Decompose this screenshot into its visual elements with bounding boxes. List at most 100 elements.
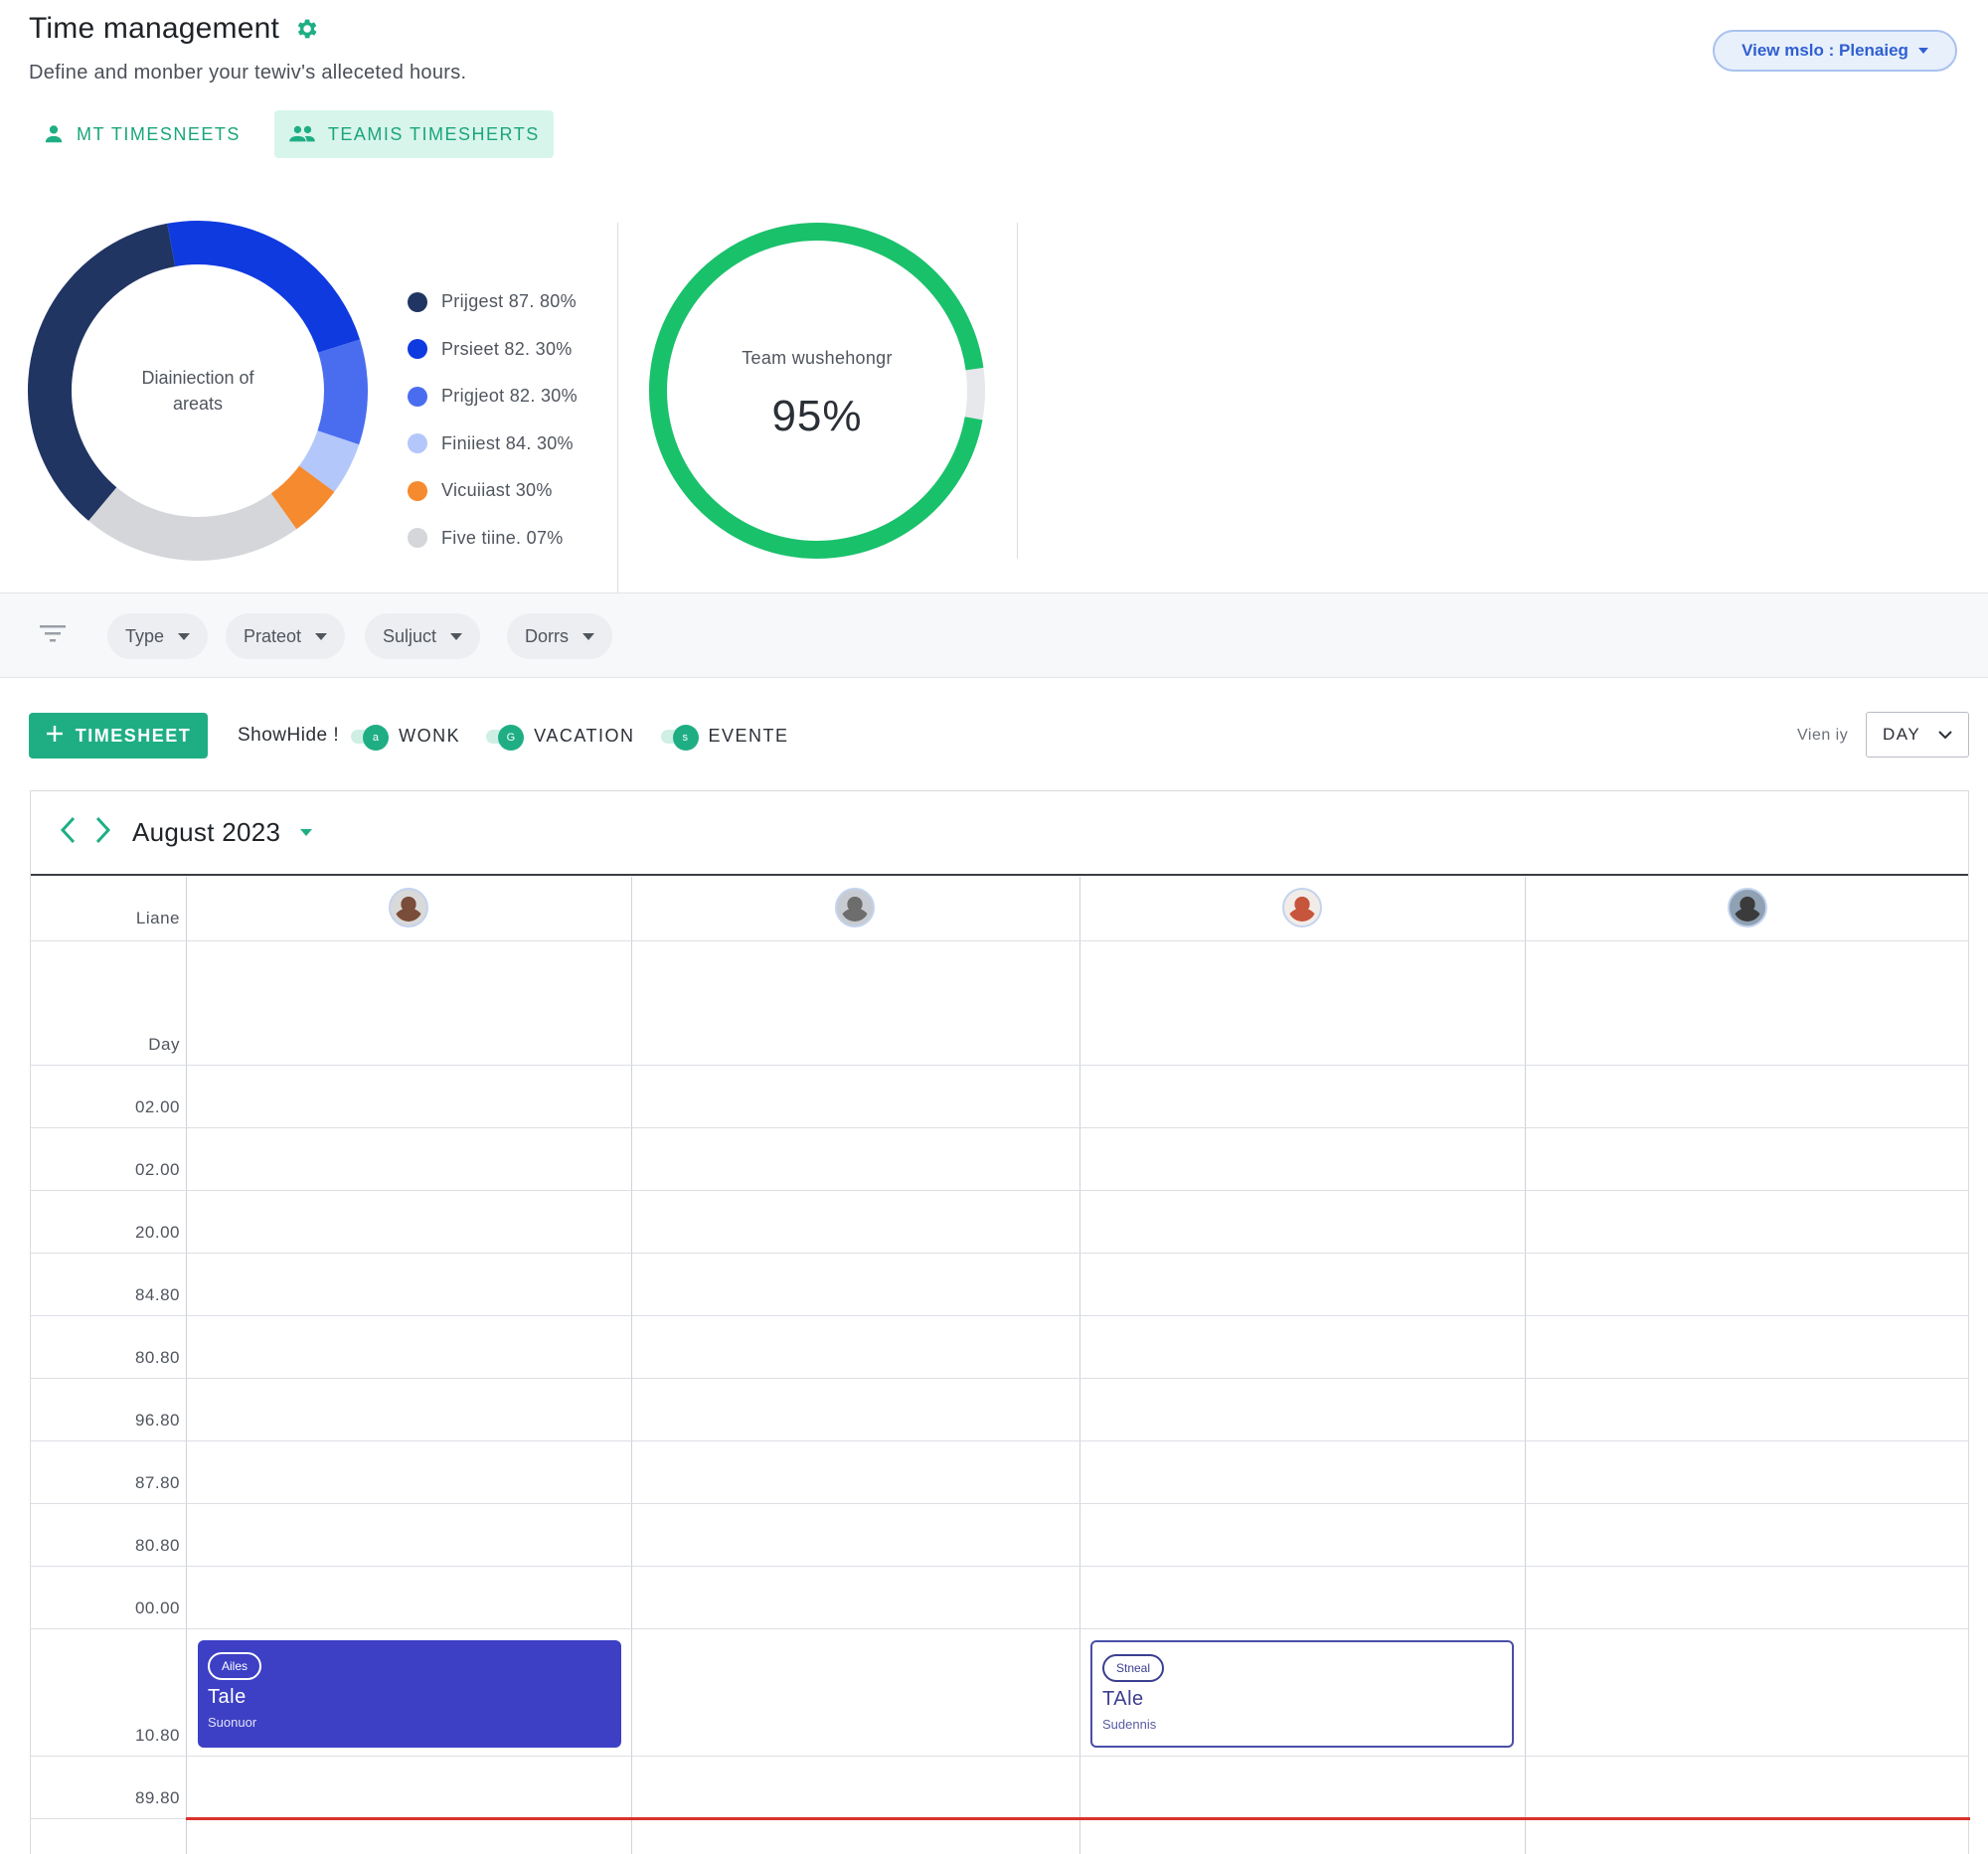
avatar[interactable]: [389, 888, 428, 927]
legend-swatch: [408, 339, 427, 360]
legend-item: Prsieet 82. 30%: [408, 326, 578, 374]
toggle-knob: G: [498, 725, 525, 751]
toggle-events[interactable]: s: [660, 725, 699, 751]
gauge-svg: [649, 223, 985, 559]
filter-chip-project[interactable]: Prateot: [226, 613, 346, 659]
chevron-left-icon[interactable]: [59, 815, 79, 850]
page-title: Time management: [29, 12, 279, 45]
gauge-arc: [649, 223, 985, 559]
event-subtitle: Sudennis: [1102, 1717, 1157, 1732]
timesheet-tabs: MT TIMESNEETS TEAMIS TIMESHERTS: [29, 110, 554, 158]
distribution-donut-chart: Diainiection of areats: [28, 220, 368, 561]
filter-icon[interactable]: [40, 623, 66, 648]
event-title: Tale: [208, 1686, 247, 1708]
time-label: 02.00: [134, 1160, 180, 1179]
caret-down-icon: [450, 632, 463, 640]
calendar-header: August 2023: [31, 791, 1968, 876]
time-label: 10.80: [134, 1726, 180, 1745]
chip-label: Dorrs: [525, 625, 569, 646]
view-mode-label: View mslo : Plenaieg: [1741, 41, 1908, 60]
grid-line: [31, 1440, 1968, 1441]
chip-label: Type: [125, 625, 165, 646]
grid-line: [31, 940, 1968, 941]
event-subtitle: Suonuor: [208, 1715, 257, 1730]
gear-icon[interactable]: [293, 16, 319, 42]
grid-line: [31, 1503, 1968, 1504]
time-label: Day: [148, 1035, 180, 1054]
toggle-label-vacation: VACATION: [534, 725, 635, 746]
caret-down-icon: [582, 632, 594, 640]
avatar[interactable]: [1728, 888, 1767, 927]
event-tag: Stneal: [1102, 1654, 1165, 1682]
time-label: 80.80: [134, 1536, 180, 1555]
add-timesheet-label: TIMESHEET: [75, 725, 192, 746]
legend-item: Finiiest 84. 30%: [408, 421, 578, 468]
legend-item: Five tiine. 07%: [408, 515, 578, 563]
plus-icon: [46, 725, 64, 748]
toggle-knob: a: [363, 725, 390, 751]
toggle-work[interactable]: a: [351, 725, 390, 751]
team-gauge-chart: Team wushehongr 95%: [647, 221, 987, 561]
event-title: TAle: [1102, 1688, 1144, 1710]
add-timesheet-button[interactable]: TIMESHEET: [29, 713, 208, 758]
calendar-event[interactable]: Stneal TAle Sudennis: [1090, 1640, 1514, 1748]
time-label: 00.00: [134, 1599, 180, 1617]
chevron-down-icon: [1938, 725, 1952, 745]
chip-label: Suljuct: [383, 625, 437, 646]
chevron-right-icon[interactable]: [92, 815, 112, 850]
time-label: 80.80: [134, 1348, 180, 1367]
avatar-face: [1288, 894, 1316, 922]
filter-bar: Type Prateot Suljuct Dorrs: [0, 592, 1988, 678]
legend-label: Vicuiiast 30%: [441, 480, 553, 501]
legend-label: Prijgest 87. 80%: [441, 291, 577, 312]
toggle-label-events: EVENTE: [708, 725, 789, 746]
time-label: 20.00: [134, 1223, 180, 1242]
gauge-label: Team wushehongr: [742, 348, 893, 368]
view-by-value: DAY: [1883, 725, 1921, 744]
page-subtitle: Define and monber your tewiv's alleceted…: [29, 62, 467, 84]
grid-line: [31, 1127, 1968, 1128]
grid-line: [31, 1315, 1968, 1316]
tab-label: MT TIMESNEETS: [77, 123, 241, 144]
avatar[interactable]: [835, 888, 875, 927]
filter-chip-type[interactable]: Type: [107, 613, 209, 659]
toggle-label-work: WONK: [399, 725, 461, 746]
caret-down-icon: [178, 632, 191, 640]
event-tag: Ailes: [208, 1652, 262, 1680]
legend-swatch: [408, 528, 427, 549]
person-icon: [43, 123, 65, 145]
avatar-face: [395, 894, 422, 922]
show-hide-label: ShowHide !: [238, 725, 340, 746]
avatar[interactable]: [1282, 888, 1322, 927]
view-by-select[interactable]: DAY: [1866, 712, 1969, 758]
legend-swatch: [408, 433, 427, 454]
page-header: Time management Define and monber your t…: [29, 12, 466, 84]
time-label: 02.00: [134, 1097, 180, 1116]
toggle-vacation[interactable]: G: [486, 725, 525, 751]
grid-divider: [186, 877, 187, 1854]
grid-line: [31, 1065, 1968, 1066]
current-time-indicator: [186, 1817, 1970, 1820]
filter-chip-dorrs[interactable]: Dorrs: [507, 613, 612, 659]
tab-my-timesheets[interactable]: MT TIMESNEETS: [29, 110, 254, 158]
filter-chip-subject[interactable]: Suljuct: [365, 613, 481, 659]
tab-teams-timesheets[interactable]: TEAMIS TIMESHERTS: [273, 110, 554, 158]
donut-legend: Prijgest 87. 80% Prsieet 82. 30% Prigjeot …: [408, 278, 578, 562]
legend-item: Vicuiiast 30%: [408, 467, 578, 515]
legend-label: Finiiest 84. 30%: [441, 432, 574, 453]
grid-line: [31, 1628, 1968, 1629]
caret-down-icon[interactable]: [300, 829, 313, 836]
month-label[interactable]: August 2023: [132, 817, 280, 848]
grid-line: [31, 1566, 1968, 1567]
time-label: 87.80: [134, 1473, 180, 1492]
chip-label: Prateot: [244, 625, 302, 646]
legend-item: Prijgest 87. 80%: [408, 278, 578, 326]
time-label: 89.80: [134, 1788, 180, 1807]
tab-label: TEAMIS TIMESHERTS: [327, 123, 540, 144]
team-calendar: August 2023 Liane Day 02.00 02.00 20.00 84.8…: [30, 790, 1970, 1854]
grid-line: [31, 1253, 1968, 1254]
avatar-face: [1734, 894, 1761, 922]
calendar-event[interactable]: Ailes Tale Suonuor: [198, 1640, 621, 1748]
legend-label: Prigjeot 82. 30%: [441, 386, 578, 407]
view-mode-dropdown[interactable]: View mslo : Plenaieg: [1713, 30, 1957, 72]
